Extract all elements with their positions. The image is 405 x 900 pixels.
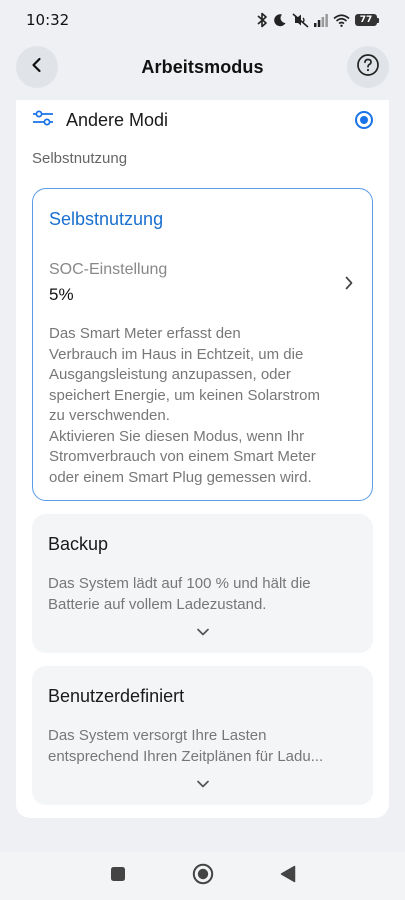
radio-selected-dot	[360, 116, 368, 124]
status-bar: 10:32 77	[0, 0, 405, 40]
triangle-back-icon[interactable]	[280, 865, 296, 887]
app-header: Arbeitsmodus	[0, 44, 405, 90]
soc-label: SOC-Einstellung	[49, 261, 168, 278]
circle-home-icon[interactable]	[192, 863, 214, 889]
sliders-icon	[32, 110, 54, 130]
option-title: Selbstnutzung	[49, 209, 164, 229]
option-description: Das System lädt auf 100 % und hält die B…	[48, 574, 353, 615]
battery-icon: 77	[355, 14, 379, 26]
option-title: Backup	[48, 534, 109, 554]
option-title: Benutzerdefiniert	[48, 686, 185, 706]
option-self-consumption[interactable]: Selbstnutzung SOC-Einstellung 5% Das Sma…	[32, 188, 373, 501]
chevron-down-icon[interactable]	[195, 774, 211, 793]
mode-radio[interactable]	[355, 111, 373, 129]
desc-line: Batterie auf vollem Ladezustand.	[48, 595, 267, 613]
square-recents-icon[interactable]	[110, 866, 126, 886]
mode-card: Andere Modi Selbstnutzung Selbstnutzung …	[16, 100, 389, 818]
chevron-right-icon	[344, 275, 354, 295]
soc-value: 5%	[49, 285, 74, 304]
system-nav-bar	[0, 852, 405, 900]
signal-icon	[314, 13, 328, 27]
option-description: Das System versorgt Ihre Lasten entsprec…	[48, 726, 353, 767]
mode-label: Andere Modi	[66, 109, 169, 130]
desc-line: speichert Energie, um keinen Solarstrom	[49, 386, 320, 404]
page-title: Arbeitsmodus	[141, 56, 264, 77]
moon-icon	[273, 13, 287, 27]
back-button[interactable]	[16, 46, 58, 88]
desc-line: Das System versorgt Ihre Lasten	[48, 727, 267, 744]
mode-row-other[interactable]: Andere Modi	[32, 106, 373, 134]
status-icons: 77	[256, 12, 379, 28]
soc-setting-row[interactable]: SOC-Einstellung 5%	[49, 261, 358, 309]
wifi-icon	[333, 13, 350, 27]
status-time: 10:32	[26, 11, 70, 29]
desc-line: Stromverbrauch von einem Smart Meter	[49, 448, 316, 465]
desc-line: Ausgangsleistung anzupassen, oder	[49, 366, 291, 383]
option-description: Das Smart Meter erfasst den Verbrauch im…	[49, 324, 354, 488]
chevron-left-icon	[30, 57, 44, 77]
option-backup[interactable]: Backup Das System lädt auf 100 % und häl…	[32, 514, 373, 653]
section-label: Selbstnutzung	[32, 150, 128, 167]
desc-line: oder einem Smart Plug gemessen wird.	[49, 468, 312, 486]
desc-line: Verbrauch im Haus in Echtzeit, um die	[49, 345, 304, 363]
option-custom[interactable]: Benutzerdefiniert Das System versorgt Ih…	[32, 666, 373, 805]
mute-icon	[292, 12, 309, 28]
desc-line: Das System lädt auf 100 % und hält die	[48, 575, 311, 592]
question-icon	[356, 53, 380, 81]
desc-line: zu verschwenden.	[49, 407, 170, 424]
help-button[interactable]	[347, 46, 389, 88]
desc-line: Aktivieren Sie diesen Modus, wenn Ihr	[49, 427, 305, 445]
chevron-down-icon[interactable]	[195, 622, 211, 641]
bluetooth-icon	[256, 12, 268, 28]
desc-line: Das Smart Meter erfasst den	[49, 325, 241, 342]
desc-line: entsprechend Ihren Zeitplänen für Ladu..…	[48, 747, 324, 765]
battery-level: 77	[355, 14, 377, 26]
